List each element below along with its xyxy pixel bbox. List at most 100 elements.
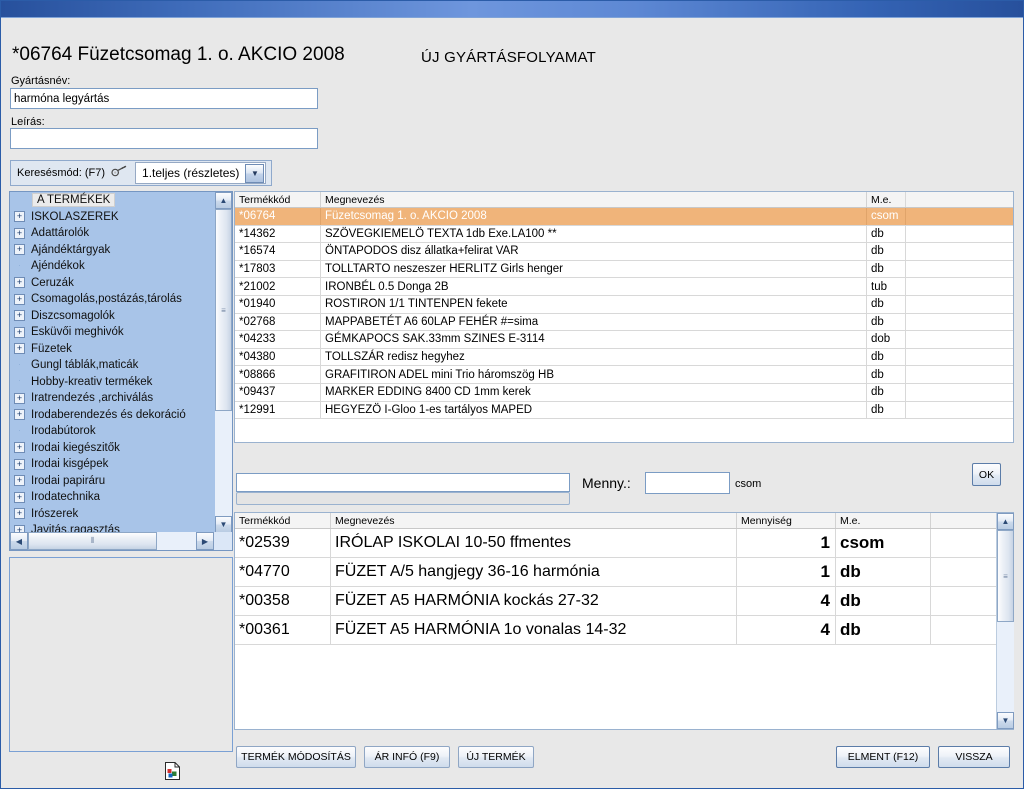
tree-item[interactable]: + Irodai papiráru [10, 473, 211, 490]
tree-hscroll-thumb[interactable]: ⦀ [28, 532, 157, 550]
table-row[interactable]: *04233 GÉMKAPOCS SAK.33mm SZINES E-3114 do… [235, 331, 1013, 349]
screen-title: ÚJ GYÁRTÁSFOLYAMAT [421, 49, 597, 66]
cell-product-name: TOLLSZÁR redisz hegyhez [321, 348, 867, 366]
cell-product-name: IRONBÉL 0.5 Donga 2B [321, 278, 867, 295]
table-row[interactable]: *09437 MARKER EDDING 8400 CD 1mm kerek db [235, 383, 1013, 402]
tree-item[interactable]: + Adattárolók [10, 225, 211, 242]
tree-item[interactable]: + Irodai kisgépek [10, 456, 211, 473]
tree-expand-icon[interactable]: + [14, 491, 25, 503]
tree-vertical-scrollbar[interactable]: ▲ ≡ ▼ [215, 192, 232, 533]
table-row[interactable]: *14362 SZÖVEGKIEMELÖ TEXTA 1db Exe.LA100 … [235, 225, 1013, 244]
tree-expand-icon[interactable]: + [14, 326, 25, 338]
tree-expand-icon[interactable]: + [14, 409, 25, 421]
tree-expand-icon[interactable]: + [14, 392, 25, 404]
tree-expand-icon[interactable]: + [14, 475, 25, 487]
tree-expand-icon[interactable]: + [14, 442, 25, 454]
tree-item[interactable]: + Csomagolás,postázás,tárolás [10, 291, 211, 308]
cell-product-name: ÖNTAPODOS disz állatka+felirat VAR [321, 243, 867, 260]
description-input[interactable] [10, 128, 318, 149]
table-row[interactable]: *02768 MAPPABETÉT A6 60LAP FEHÉR #=sima db [235, 313, 1013, 332]
tree-item[interactable]: + Irószerek [10, 506, 211, 523]
tree-item[interactable]: + Iratrendezés ,archiválás [10, 390, 211, 407]
tree-item[interactable]: A TERMÉKEK [10, 192, 211, 209]
ok-button[interactable]: OK [972, 463, 1001, 486]
new-product-button[interactable]: ÚJ TERMÉK [458, 746, 534, 768]
tree-leaf-icon: · [18, 424, 21, 435]
cell-product-name: TOLLTARTO neszeszer HERLITZ Girls henger [321, 260, 867, 278]
cell-selected-unit: db [836, 616, 931, 644]
tree-expand-icon[interactable]: + [14, 293, 25, 305]
table-row[interactable]: *04770 FÜZET A/5 hangjegy 36-16 harmónia 1… [235, 558, 1013, 587]
tree-scroll-down-button[interactable]: ▼ [215, 516, 232, 533]
tree-item[interactable]: + Esküvői meghivók [10, 324, 211, 341]
tree-item-label: Diszcsomagolók [31, 309, 115, 322]
column-header-code: Termékkód [235, 192, 321, 207]
tree-expand-icon[interactable]: + [14, 277, 25, 289]
tree-item[interactable]: · Irodabútorok [10, 423, 211, 440]
tree-item[interactable]: + Javitás,ragasztás [10, 522, 211, 532]
product-grid-body[interactable]: *06764 Füzetcsomag 1. o. AKCIO 2008 csom *1… [235, 208, 1013, 420]
tree-scroll-up-button[interactable]: ▲ [215, 192, 232, 209]
selection-scroll-thumb[interactable]: ≡ [997, 530, 1014, 622]
table-row[interactable]: *02539 IRÓLAP ISKOLAI 10-50 ffmentes 1 csom [235, 529, 1013, 558]
tree-item[interactable]: · Hobby-kreativ termékek [10, 374, 211, 391]
back-button[interactable]: VISSZA [938, 746, 1010, 768]
table-row[interactable]: *16574 ÖNTAPODOS disz állatka+felirat VAR… [235, 243, 1013, 261]
tree-item[interactable]: + Diszcsomagolók [10, 308, 211, 325]
modify-product-button[interactable]: TERMÉK MÓDOSÍTÁS [236, 746, 356, 768]
tree-expand-icon[interactable]: + [14, 343, 25, 355]
tree-scroll-right-button[interactable]: ▶ [196, 532, 214, 550]
tree-item[interactable]: · Gungl táblák,maticák [10, 357, 211, 374]
tree-horizontal-scrollbar[interactable]: ◀ ⦀ ▶ [10, 532, 232, 550]
column-header-sel-unit: M.e. [836, 513, 931, 528]
price-info-button[interactable]: ÁR INFÓ (F9) [364, 746, 450, 768]
tree-expand-icon[interactable]: + [14, 310, 25, 322]
quantity-unit-label: csom [735, 478, 762, 490]
table-row[interactable]: *17803 TOLLTARTO neszeszer HERLITZ Girls … [235, 260, 1013, 279]
tree-expand-icon[interactable]: + [14, 524, 25, 532]
production-name-input[interactable] [10, 88, 318, 109]
table-row[interactable]: *01940 ROSTIRON 1/1 TINTENPEN fekete db [235, 295, 1013, 314]
cell-selected-code: *00361 [235, 616, 331, 644]
tree-item[interactable]: + Irodatechnika [10, 489, 211, 506]
tree-item-label: Irodaberendezés és dekoráció [31, 408, 186, 421]
table-row[interactable]: *08866 GRAFITIRON ADEL mini Trio háromszö… [235, 366, 1013, 384]
tree-item[interactable]: + Ajándéktárgyak [10, 242, 211, 259]
tree-item[interactable]: + Irodai kiegészitők [10, 440, 211, 457]
tree-expand-icon[interactable]: + [14, 227, 25, 239]
search-mode-combo[interactable]: 1.teljes (részletes) ▼ [135, 162, 267, 184]
tree-scroll-left-button[interactable]: ◀ [10, 532, 28, 550]
tree-expand-icon[interactable]: + [14, 458, 25, 470]
tree-item[interactable]: · Ajéndékok [10, 258, 211, 275]
product-category-tree[interactable]: A TERMÉKEK + ISKOLASZEREK + Adattárolók + Aján… [9, 191, 233, 551]
table-row[interactable]: *12991 HEGYEZÖ I-Gloo 1-es tartályos MAPE… [235, 401, 1013, 420]
table-row[interactable]: *06764 Füzetcsomag 1. o. AKCIO 2008 csom [235, 208, 1013, 226]
header: *06764 Füzetcsomag 1. o. AKCIO 2008 ÚJ G… [1, 18, 1023, 70]
tree-list[interactable]: A TERMÉKEK + ISKOLASZEREK + Adattárolók + Aján… [10, 192, 211, 532]
save-button[interactable]: ELMENT (F12) [836, 746, 930, 768]
chevron-down-icon[interactable]: ▼ [245, 163, 265, 183]
tree-expand-icon[interactable]: + [14, 508, 25, 520]
cell-product-name: GÉMKAPOCS SAK.33mm SZINES E-3114 [321, 331, 867, 348]
cell-product-unit: db [867, 243, 906, 260]
selection-vertical-scrollbar[interactable]: ▲ ≡ ▼ [996, 513, 1014, 729]
selection-scroll-up-button[interactable]: ▲ [997, 513, 1014, 530]
table-row[interactable]: *00358 FÜZET A5 HARMÓNIA kockás 27-32 4 db [235, 587, 1013, 616]
product-search-input[interactable] [236, 473, 570, 492]
tree-item[interactable]: + ISKOLASZEREK [10, 209, 211, 226]
quantity-input[interactable] [645, 472, 730, 494]
table-row[interactable]: *21002 IRONBÉL 0.5 Donga 2B tub [235, 278, 1013, 296]
tree-scroll-thumb[interactable]: ≡ [215, 209, 232, 411]
table-row[interactable]: *00361 FÜZET A5 HARMÓNIA 1o vonalas 14-32… [235, 616, 1013, 645]
tree-item[interactable]: + Ceruzák [10, 275, 211, 292]
table-row[interactable]: *04380 TOLLSZÁR redisz hegyhez db [235, 348, 1013, 367]
tree-item-label: Hobby-kreativ termékek [31, 375, 153, 388]
selection-scroll-down-button[interactable]: ▼ [997, 712, 1014, 729]
tree-item-label: Ceruzák [31, 276, 74, 289]
tree-expand-icon[interactable]: + [14, 211, 25, 223]
tree-item[interactable]: + Füzetek [10, 341, 211, 358]
image-document-icon[interactable] [165, 762, 180, 780]
selection-grid-body[interactable]: *02539 IRÓLAP ISKOLAI 10-50 ffmentes 1 csom… [235, 529, 1013, 645]
tree-item[interactable]: + Irodaberendezés és dekoráció [10, 407, 211, 424]
tree-expand-icon[interactable]: + [14, 244, 25, 256]
